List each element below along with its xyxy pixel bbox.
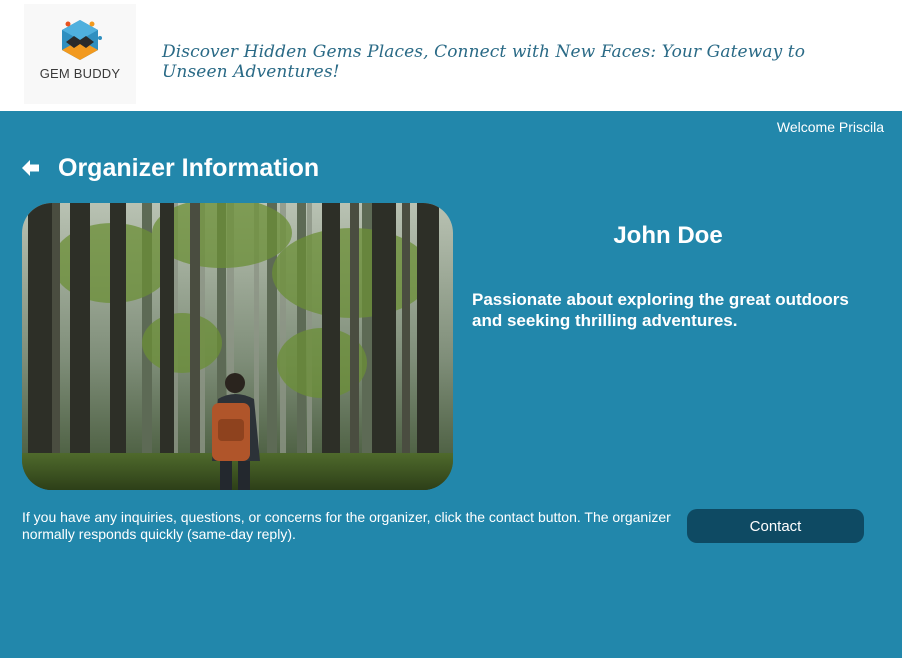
tagline: Discover Hidden Gems Places, Connect wit…	[162, 42, 806, 82]
handshake-gem-icon	[62, 20, 102, 60]
page-title: Organizer Information	[58, 154, 320, 182]
back-arrow-icon[interactable]	[20, 157, 42, 179]
organizer-bio: Passionate about exploring the great out…	[472, 290, 849, 330]
contact-note: If you have any inquiries, questions, or…	[22, 509, 671, 542]
contact-button[interactable]: Contact	[687, 509, 864, 543]
organizer-photo	[22, 203, 453, 490]
logo[interactable]: GEM BUDDY	[24, 4, 136, 104]
welcome-message: Welcome Priscila	[776, 119, 884, 135]
forest-hiker-photo	[22, 203, 453, 490]
logo-text: GEM BUDDY	[39, 66, 121, 81]
site-header: GEM BUDDY Discover Hidden Gems Places, C…	[0, 0, 902, 111]
organizer-name: John Doe	[613, 222, 723, 249]
